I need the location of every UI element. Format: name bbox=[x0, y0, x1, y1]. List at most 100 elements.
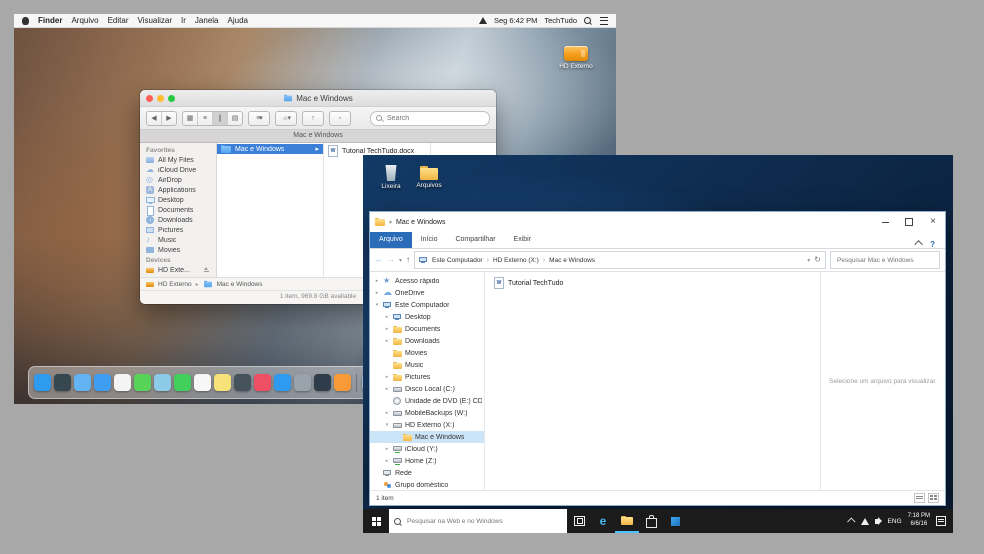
sidebar-item[interactable]: Movies bbox=[140, 245, 216, 255]
nav-tree-item[interactable]: Rede bbox=[370, 467, 484, 479]
coverflow-view-button[interactable] bbox=[227, 111, 242, 125]
back-button[interactable] bbox=[147, 112, 161, 125]
arrange-menu-button[interactable] bbox=[248, 110, 270, 126]
nav-tree-item[interactable]: ▸ Acesso rápido bbox=[370, 275, 484, 287]
sidebar-item[interactable]: AirDrop bbox=[140, 175, 216, 185]
icon-view-button[interactable] bbox=[183, 112, 197, 125]
path-device[interactable]: HD Externo bbox=[158, 281, 192, 288]
file-explorer-icon[interactable] bbox=[615, 509, 639, 533]
explorer-search-box[interactable] bbox=[830, 251, 940, 269]
file-row[interactable]: Tutorial TechTudo bbox=[491, 276, 566, 290]
eject-icon[interactable] bbox=[203, 266, 210, 274]
menu-item[interactable]: Ajuda bbox=[228, 16, 248, 25]
messages-dock-icon[interactable] bbox=[134, 374, 151, 391]
column-view-button[interactable] bbox=[212, 111, 227, 125]
thumbnails-view-button[interactable] bbox=[928, 493, 939, 503]
terminal-dock-icon[interactable] bbox=[314, 374, 331, 391]
facetime-dock-icon[interactable] bbox=[174, 374, 191, 391]
calendar-dock-icon[interactable] bbox=[194, 374, 211, 391]
nav-tree-item[interactable]: ▸ OneDrive bbox=[370, 287, 484, 299]
nav-tree-item[interactable]: Grupo doméstico bbox=[370, 479, 484, 490]
breadcrumb-segment[interactable]: Mac e Windows bbox=[543, 257, 595, 264]
sidebar-item[interactable]: Documents bbox=[140, 205, 216, 216]
taskbar-search-box[interactable] bbox=[389, 509, 567, 533]
nav-tree-item[interactable]: ▸ Home (Z:) bbox=[370, 455, 484, 467]
nav-tree-item[interactable]: Unidade de DVD (E:) CDROM bbox=[370, 395, 484, 407]
photos-dock-icon[interactable] bbox=[114, 374, 131, 391]
itunes-dock-icon[interactable] bbox=[254, 374, 271, 391]
nav-tree-item[interactable]: ▸ MobileBackups (W:) bbox=[370, 407, 484, 419]
finder-search-field[interactable] bbox=[370, 110, 490, 126]
nav-tree-item[interactable]: ▸ Desktop bbox=[370, 311, 484, 323]
help-icon[interactable] bbox=[930, 234, 935, 252]
menu-item[interactable]: Finder bbox=[38, 16, 62, 25]
back-button[interactable] bbox=[375, 256, 383, 264]
action-menu-button[interactable] bbox=[275, 110, 297, 126]
task-view-icon[interactable] bbox=[567, 509, 591, 533]
spotlight-icon[interactable] bbox=[584, 17, 591, 24]
nav-tree-item[interactable]: ▾ HD Externo (X:) bbox=[370, 419, 484, 431]
ribbon-tab[interactable]: Arquivo bbox=[370, 232, 412, 248]
photo-booth-dock-icon[interactable] bbox=[234, 374, 251, 391]
nav-tree-item[interactable]: ▸ iCloud (Y:) bbox=[370, 443, 484, 455]
expand-chevron[interactable]: ▸ bbox=[384, 410, 390, 416]
maps-dock-icon[interactable] bbox=[154, 374, 171, 391]
expand-chevron[interactable]: ▸ bbox=[384, 386, 390, 392]
ribbon-tab[interactable]: Início bbox=[412, 232, 447, 248]
hidden-icons-chevron[interactable] bbox=[846, 517, 856, 526]
menu-item[interactable]: Janela bbox=[195, 16, 219, 25]
details-view-button[interactable] bbox=[914, 493, 925, 503]
nav-tree-item[interactable]: ▸ Downloads bbox=[370, 335, 484, 347]
close-button[interactable] bbox=[921, 212, 945, 232]
safari-dock-icon[interactable] bbox=[94, 374, 111, 391]
menu-clock[interactable]: Seg 6:42 PM bbox=[494, 16, 537, 25]
menu-item[interactable]: Editar bbox=[108, 16, 129, 25]
edge-icon[interactable] bbox=[591, 509, 615, 533]
finder-title-bar[interactable]: Mac e Windows bbox=[140, 90, 496, 107]
minimize-button[interactable] bbox=[873, 212, 897, 232]
sidebar-item[interactable]: Pictures bbox=[140, 225, 216, 235]
breadcrumb-segment[interactable]: HD Externo (X:) bbox=[487, 257, 539, 264]
folder-row-selected[interactable]: Mac e Windows bbox=[217, 144, 323, 154]
nav-tree-item[interactable]: ▸ Disco Local (C:) bbox=[370, 383, 484, 395]
recycle-bin-desktop-icon[interactable]: Lixeira bbox=[373, 165, 409, 190]
nav-tree-item[interactable]: Music bbox=[370, 359, 484, 371]
menu-item[interactable]: Visualizar bbox=[137, 16, 172, 25]
action-center-icon[interactable] bbox=[936, 516, 946, 526]
nav-tree-item[interactable]: ▸ Documents bbox=[370, 323, 484, 335]
wifi-icon[interactable] bbox=[478, 17, 487, 24]
system-preferences-dock-icon[interactable] bbox=[294, 374, 311, 391]
maximize-button[interactable] bbox=[897, 212, 921, 232]
address-dropdown-chevron[interactable] bbox=[807, 256, 810, 264]
notes-dock-icon[interactable] bbox=[214, 374, 231, 391]
search-input[interactable] bbox=[385, 113, 484, 123]
expand-chevron[interactable]: ▾ bbox=[374, 302, 380, 308]
volume-icon[interactable] bbox=[874, 516, 882, 525]
refresh-icon[interactable] bbox=[814, 256, 821, 264]
start-button[interactable] bbox=[363, 509, 389, 533]
sidebar-item[interactable]: Desktop bbox=[140, 195, 216, 205]
notification-center-icon[interactable] bbox=[600, 16, 608, 25]
forward-button[interactable] bbox=[387, 256, 395, 264]
ribbon-tab[interactable]: Exibir bbox=[505, 232, 541, 248]
share-button[interactable] bbox=[302, 110, 324, 126]
breadcrumb-chevron[interactable] bbox=[543, 257, 545, 264]
expand-chevron[interactable]: ▸ bbox=[384, 314, 390, 320]
menu-username[interactable]: TechTudo bbox=[544, 16, 577, 25]
expand-chevron[interactable]: ▸ bbox=[384, 446, 390, 452]
sidebar-item[interactable]: iCloud Drive bbox=[140, 165, 216, 175]
recent-locations-chevron[interactable] bbox=[399, 256, 402, 264]
photos-icon[interactable] bbox=[663, 509, 687, 533]
nav-tree-item[interactable]: ▾ Este Computador bbox=[370, 299, 484, 311]
expand-chevron[interactable]: ▸ bbox=[384, 374, 390, 380]
app-store-dock-icon[interactable] bbox=[274, 374, 291, 391]
explorer-search-input[interactable] bbox=[835, 255, 935, 265]
sidebar-item[interactable]: Downloads bbox=[140, 215, 216, 225]
up-button[interactable] bbox=[406, 256, 410, 264]
list-view-button[interactable] bbox=[197, 111, 212, 125]
zoom-button[interactable] bbox=[168, 94, 175, 102]
nav-tree-item[interactable]: Mac e Windows bbox=[370, 431, 484, 443]
store-icon[interactable] bbox=[639, 509, 663, 533]
nav-tree-item[interactable]: Movies bbox=[370, 347, 484, 359]
expand-chevron[interactable]: ▸ bbox=[384, 458, 390, 464]
